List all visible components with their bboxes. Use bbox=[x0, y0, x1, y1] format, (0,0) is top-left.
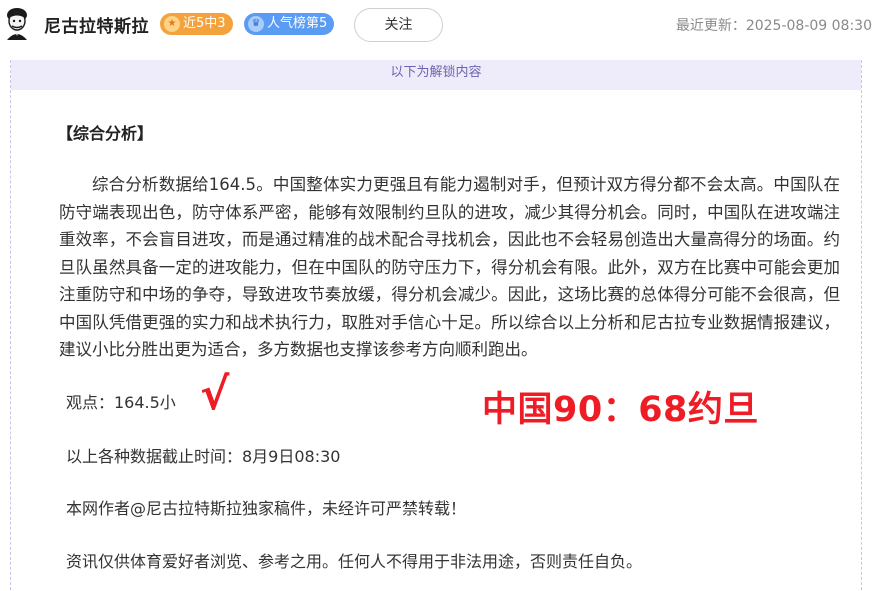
analysis-paragraph: 综合分析数据给164.5。中国整体实力更强且有能力遏制对手，但预计双方得分都不会… bbox=[59, 175, 840, 359]
last-updated-time: 2025-08-09 08:30 bbox=[745, 18, 872, 34]
author-avatar[interactable] bbox=[2, 6, 32, 40]
rank-badge: ♛ 人气榜第5 bbox=[244, 13, 335, 35]
viewpoint-text: 观点：164.5小 bbox=[66, 393, 176, 412]
copyright-text: 本网作者@尼古拉特斯拉独家稿件，未经许可严禁转载！ bbox=[66, 499, 467, 518]
unlock-notice: 以下为解锁内容 bbox=[11, 60, 861, 90]
star-icon: ★ bbox=[164, 16, 180, 32]
rank-badge-label: 人气榜第5 bbox=[267, 16, 328, 31]
disclaimer-text: 资讯仅供体育爱好者浏览、参考之用。任何人不得用于非法用途，否则责任自负。 bbox=[66, 552, 643, 571]
page-header: 尼古拉特斯拉 ★ 近5中3 ♛ 人气榜第5 关注 最近更新：2025-08-09… bbox=[0, 0, 880, 50]
last-updated-label: 最近更新： bbox=[675, 18, 746, 34]
last-updated: 最近更新：2025-08-09 08:30 bbox=[676, 15, 872, 35]
crown-icon: ♛ bbox=[248, 16, 264, 32]
final-score-annotation: 中国90：68约旦 bbox=[482, 390, 759, 430]
record-badge-label: 近5中3 bbox=[183, 16, 226, 31]
section-title: 【综合分析】 bbox=[57, 124, 154, 143]
author-name[interactable]: 尼古拉特斯拉 bbox=[44, 12, 149, 37]
data-cutoff-text: 以上各种数据截止时间：8月9日08:30 bbox=[66, 447, 341, 466]
follow-button[interactable]: 关注 bbox=[354, 8, 443, 42]
record-badge: ★ 近5中3 bbox=[160, 13, 233, 35]
check-mark-icon: √ bbox=[200, 369, 230, 420]
